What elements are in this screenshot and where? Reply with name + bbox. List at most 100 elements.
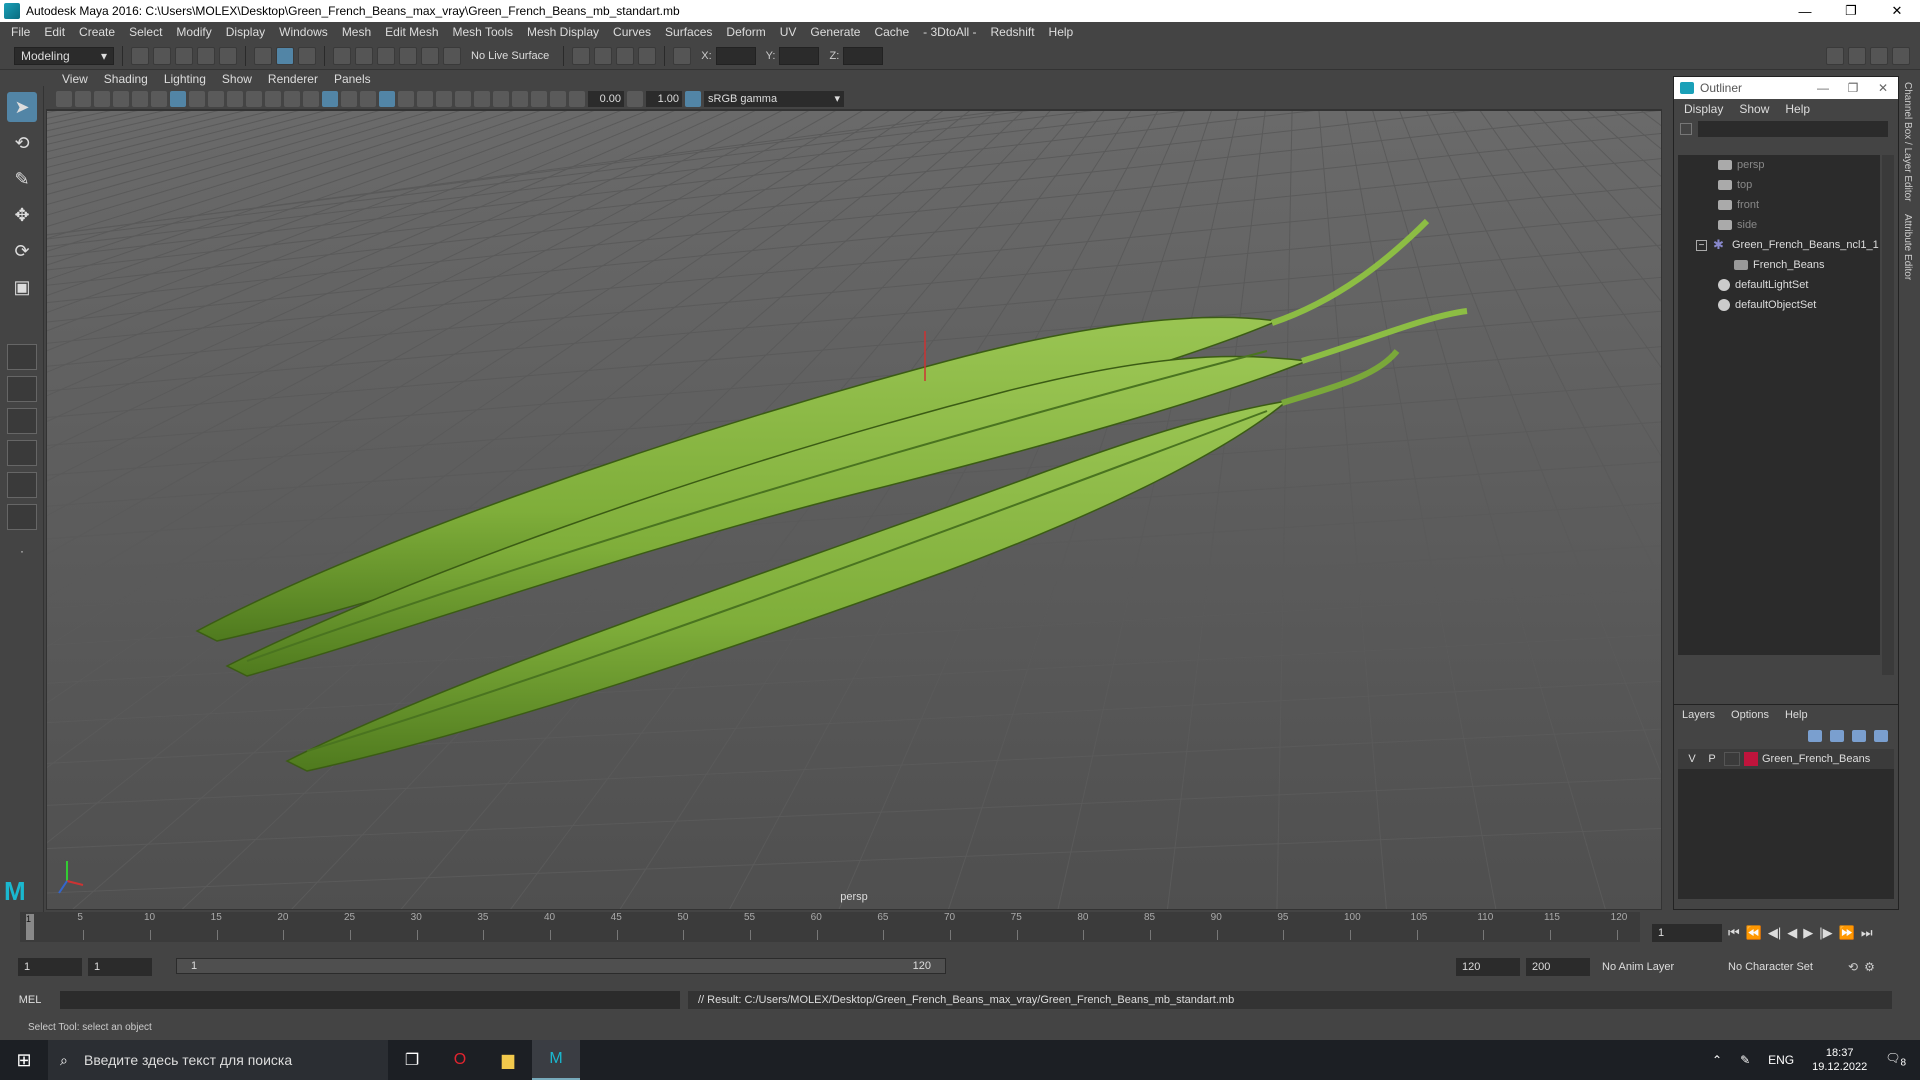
layer-color-swatch[interactable] (1744, 752, 1758, 766)
snap-point-icon[interactable] (377, 46, 395, 65)
layer-visibility-toggle[interactable]: V (1684, 753, 1700, 765)
play-backwards-icon[interactable]: ◀ (1787, 925, 1797, 941)
outliner-menu-display[interactable]: Display (1684, 102, 1739, 116)
wireframe-on-shaded-icon[interactable] (360, 90, 376, 107)
layer-row[interactable]: V P Green_French_Beans (1678, 749, 1894, 769)
menu-modify[interactable]: Modify (169, 25, 218, 39)
textured-icon[interactable] (379, 90, 395, 107)
outliner-item[interactable]: defaultLightSet (1678, 275, 1880, 295)
grid-icon[interactable] (170, 90, 186, 107)
menu-file[interactable]: File (4, 25, 37, 39)
channel-box-icon[interactable] (1870, 46, 1888, 65)
motion-blur-icon[interactable] (455, 90, 471, 107)
resolution-gate-icon[interactable] (208, 90, 224, 107)
color-management-icon[interactable] (685, 90, 701, 107)
panel-menu-lighting[interactable]: Lighting (156, 72, 214, 86)
transform-mode-icon[interactable] (673, 46, 692, 65)
snap-surface-icon[interactable] (421, 46, 439, 65)
image-plane-icon[interactable] (113, 90, 129, 107)
menu-redshift[interactable]: Redshift (984, 25, 1042, 39)
outliner-close-button[interactable]: ✕ (1868, 81, 1898, 95)
outliner-minimize-button[interactable]: — (1808, 81, 1838, 95)
outliner-item[interactable]: French_Beans (1678, 255, 1880, 275)
snap-curve-icon[interactable] (355, 46, 373, 65)
panel-menu-view[interactable]: View (54, 72, 96, 86)
wireframe-icon[interactable] (303, 90, 319, 107)
layer-menu-help[interactable]: Help (1785, 709, 1824, 721)
anim-layer-dropdown[interactable]: No Anim Layer (1596, 958, 1716, 976)
redo-icon[interactable] (219, 46, 237, 65)
opera-icon[interactable]: O (436, 1040, 484, 1080)
save-scene-icon[interactable] (175, 46, 193, 65)
default-material-icon[interactable] (341, 90, 357, 107)
menu-mesh-display[interactable]: Mesh Display (520, 25, 606, 39)
windows-start-icon[interactable]: ⊞ (0, 1040, 48, 1080)
panel-menu-renderer[interactable]: Renderer (260, 72, 326, 86)
menu-mesh[interactable]: Mesh (335, 25, 378, 39)
xray-joints-icon[interactable] (531, 90, 547, 107)
outliner-item[interactable]: top (1678, 175, 1880, 195)
move-layer-up-icon[interactable] (1808, 730, 1822, 742)
outliner-item[interactable]: − ✱ Green_French_Beans_ncl1_1 (1678, 235, 1880, 255)
use-all-lights-icon[interactable] (398, 90, 414, 107)
workspace-icon[interactable] (1826, 46, 1844, 65)
ipr-render-icon[interactable] (594, 46, 613, 65)
persp-outliner-layout-icon[interactable] (7, 440, 37, 466)
collapse-icon[interactable]: · (7, 536, 37, 566)
menu-3dtoall[interactable]: - 3DtoAll - (916, 25, 983, 39)
panel-menu-panels[interactable]: Panels (326, 72, 379, 86)
pen-icon[interactable]: ✎ (1740, 1053, 1750, 1067)
go-to-start-icon[interactable]: ⏮ (1728, 925, 1740, 941)
playback-end-field[interactable]: 120 (1456, 958, 1520, 976)
outliner-item[interactable]: front (1678, 195, 1880, 215)
side-tab-attribute-editor[interactable]: Attribute Editor (1900, 208, 1915, 286)
y-field[interactable] (779, 46, 820, 65)
exposure-field[interactable]: 0.00 (588, 90, 624, 107)
maximize-button[interactable]: ❐ (1828, 0, 1874, 22)
persp-graph-layout-icon[interactable] (7, 472, 37, 498)
collapse-toggle[interactable]: − (1696, 239, 1707, 251)
outliner-search-input[interactable] (1698, 121, 1888, 137)
snap-view-icon[interactable] (399, 46, 417, 65)
open-scene-icon[interactable] (153, 46, 171, 65)
field-chart-icon[interactable] (246, 90, 262, 107)
hypershade-layout-icon[interactable] (7, 504, 37, 530)
menu-edit-mesh[interactable]: Edit Mesh (378, 25, 445, 39)
step-back-frame-icon[interactable]: ◀| (1768, 925, 1781, 941)
four-view-layout-icon[interactable] (7, 376, 37, 402)
new-empty-layer-icon[interactable] (1852, 730, 1866, 742)
perspective-viewport[interactable]: persp (46, 110, 1662, 910)
menu-help[interactable]: Help (1042, 25, 1081, 39)
isolate-select-icon[interactable] (493, 90, 509, 107)
menu-cache[interactable]: Cache (867, 25, 916, 39)
ambient-occlusion-icon[interactable] (436, 90, 452, 107)
move-tool-icon[interactable]: ✥ (7, 200, 37, 230)
clock[interactable]: 18:37 19.12.2022 (1812, 1046, 1867, 1074)
gamma-field[interactable]: 1.00 (646, 90, 682, 107)
outliner-menu-help[interactable]: Help (1785, 102, 1826, 116)
menu-uv[interactable]: UV (773, 25, 804, 39)
menu-edit[interactable]: Edit (37, 25, 72, 39)
single-view-layout-icon[interactable] (7, 344, 37, 370)
menu-windows[interactable]: Windows (272, 25, 335, 39)
snap-live-icon[interactable] (443, 46, 461, 65)
camera-icon[interactable] (56, 90, 72, 107)
exposure-icon[interactable] (569, 90, 585, 107)
menu-set-dropdown[interactable]: Modeling ▾ (14, 46, 114, 65)
maya-taskbar-icon[interactable]: M (532, 1040, 580, 1080)
task-view-icon[interactable]: ❐ (388, 1040, 436, 1080)
playback-start-field[interactable]: 1 (88, 958, 152, 976)
render-frame-icon[interactable] (572, 46, 591, 65)
menu-mesh-tools[interactable]: Mesh Tools (446, 25, 520, 39)
paint-select-icon[interactable]: ✎ (7, 164, 37, 194)
step-forward-frame-icon[interactable]: |▶ (1819, 925, 1832, 941)
outliner-maximize-button[interactable]: ❐ (1838, 81, 1868, 95)
language-indicator[interactable]: ENG (1768, 1053, 1794, 1067)
notification-icon[interactable]: 🗨8 (1885, 1051, 1906, 1068)
xray-components-icon[interactable] (550, 90, 566, 107)
auto-key-icon[interactable]: ⟲ (1848, 960, 1858, 974)
close-button[interactable]: ✕ (1874, 0, 1920, 22)
animation-start-field[interactable]: 1 (18, 958, 82, 976)
play-forwards-icon[interactable]: ▶ (1803, 925, 1813, 941)
select-object-icon[interactable] (276, 46, 294, 65)
